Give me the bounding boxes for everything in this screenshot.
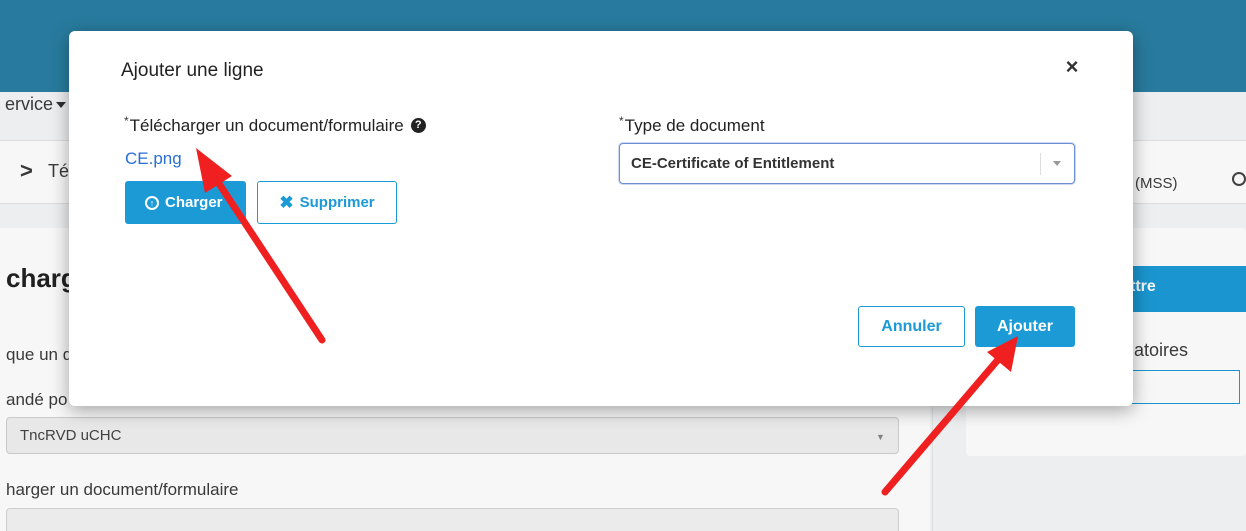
doc-type-select-value: CE-Certificate of Entitlement <box>631 155 835 172</box>
x-icon: ✖ <box>279 192 294 212</box>
doc-type-field-label: *Type de document <box>619 114 765 136</box>
delete-button-label: Supprimer <box>299 194 375 211</box>
select-separator <box>1040 153 1041 175</box>
upload-label-text: Télécharger un document/formulaire <box>129 116 404 135</box>
add-button[interactable]: Ajouter <box>975 306 1075 347</box>
upload-button[interactable]: ↑ Charger <box>125 181 246 224</box>
uploaded-file-link[interactable]: CE.png <box>125 149 182 169</box>
upload-field-label: *Télécharger un document/formulaire? <box>124 114 426 136</box>
chevron-down-icon <box>1053 161 1061 166</box>
upload-button-label: Charger <box>165 194 223 211</box>
delete-button[interactable]: ✖ Supprimer <box>257 181 397 224</box>
close-icon[interactable]: × <box>1060 55 1084 79</box>
required-marker: * <box>124 114 129 128</box>
add-line-modal: Ajouter une ligne × *Télécharger un docu… <box>69 31 1133 406</box>
doc-type-label-text: Type de document <box>624 116 765 135</box>
help-icon[interactable]: ? <box>410 118 426 134</box>
required-marker: * <box>619 114 624 128</box>
doc-type-select[interactable]: CE-Certificate of Entitlement <box>619 143 1075 184</box>
modal-title: Ajouter une ligne <box>121 60 264 81</box>
cancel-button[interactable]: Annuler <box>858 306 965 347</box>
upload-arrow-icon: ↑ <box>145 195 159 210</box>
